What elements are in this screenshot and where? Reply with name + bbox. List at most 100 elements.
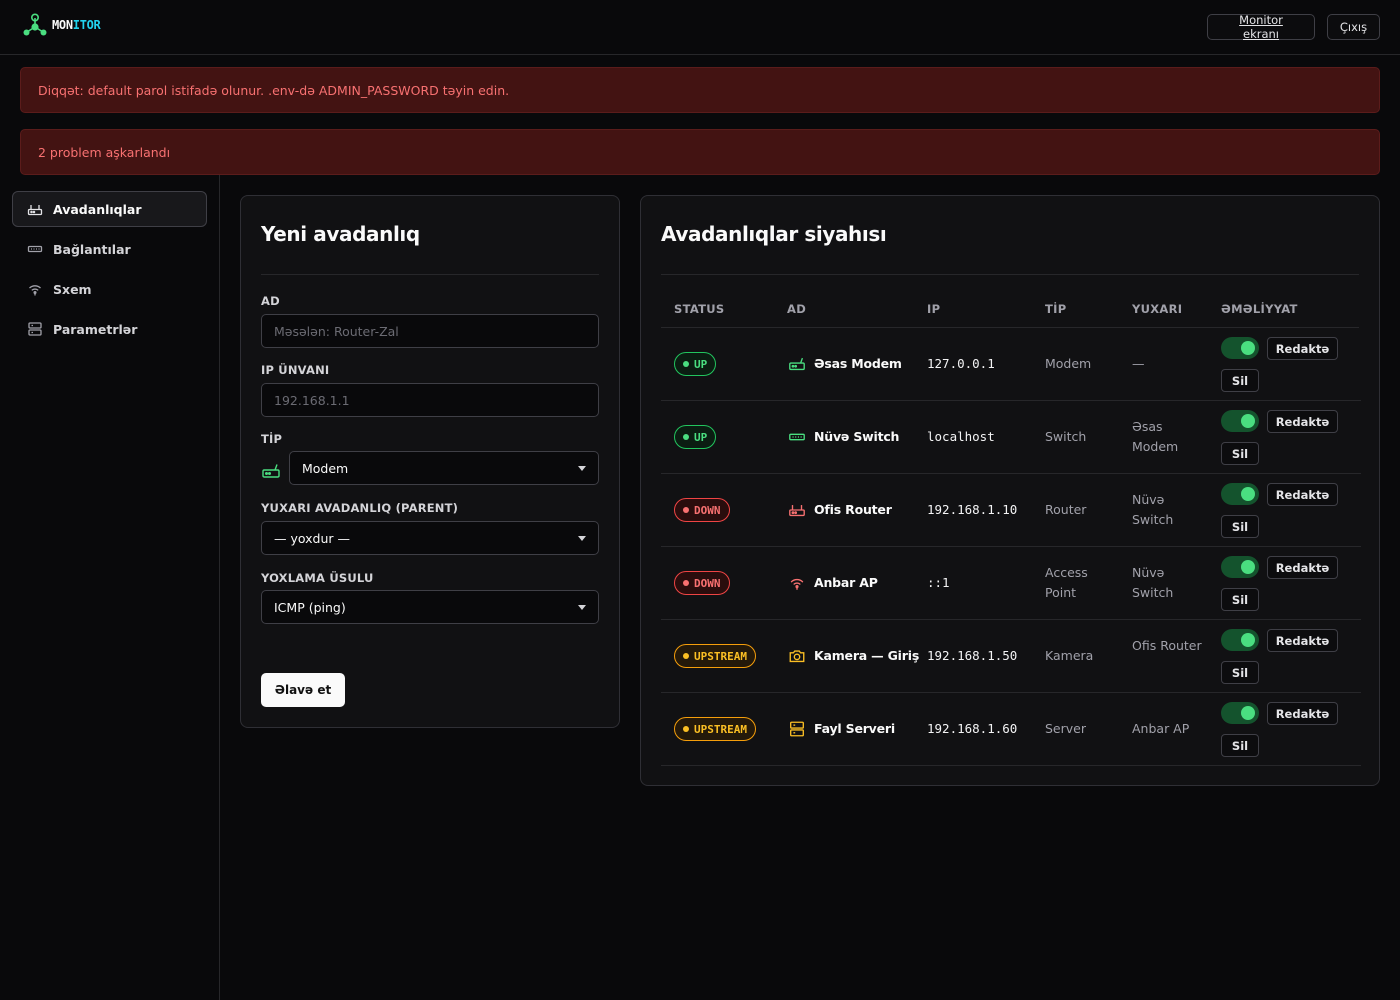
edit-button[interactable]: Redaktə [1267,337,1338,360]
status-badge: UP [674,352,717,376]
enable-toggle[interactable] [1221,483,1259,505]
edit-button[interactable]: Redaktə [1267,629,1338,652]
status-text: DOWN [694,503,721,517]
device-ip: 192.168.1.50 [927,648,1018,663]
enable-toggle[interactable] [1221,410,1259,432]
device-ip: 192.168.1.60 [927,721,1018,736]
sidebar-item-label: Parametrlər [53,321,138,337]
device-parent: Nüvə Switch [1132,492,1174,527]
router-icon [27,205,43,216]
device-name: Ofis Router [814,502,892,517]
status-badge: UPSTREAM [674,644,756,668]
divider [261,274,599,275]
modem-icon [262,464,280,478]
chevron-down-icon [578,536,586,541]
add-device-button[interactable]: Əlavə et [261,673,345,707]
sidebar-item-label: Bağlantılar [53,241,131,257]
new-device-card: Yeni avadanlıq AD IP ÜNVANI TİP Modem YU… [240,195,620,728]
name-input[interactable] [261,314,599,348]
device-ip: localhost [927,429,995,444]
delete-button[interactable]: Sil [1221,369,1259,392]
sidebar-item-settings[interactable]: Parametrlər [12,311,207,347]
toggle-knob [1241,560,1255,574]
chevron-down-icon [578,466,586,471]
status-dot [683,653,689,659]
status-dot [683,507,689,513]
status-badge: DOWN [674,498,730,522]
network-logo-icon [23,13,47,36]
parent-label: YUXARI AVADANLIQ (PARENT) [261,501,459,515]
enable-toggle[interactable] [1221,556,1259,578]
delete-button[interactable]: Sil [1221,661,1259,684]
device-name: Nüvə Switch [814,429,900,444]
edit-button[interactable]: Redaktə [1267,702,1338,725]
app-logo[interactable]: MONITOR [22,13,101,37]
wifi-icon [29,285,41,296]
modem-icon [789,357,805,371]
delete-button[interactable]: Sil [1221,588,1259,611]
type-select[interactable]: Modem [289,451,599,485]
device-type: Modem [1045,356,1092,371]
column-header-parent: YUXARI [1132,302,1183,316]
delete-button[interactable]: Sil [1221,515,1259,538]
edit-button[interactable]: Redaktə [1267,556,1338,579]
sidebar: Avadanlıqlar Bağlantılar Sxem Parametrlə… [0,175,220,1000]
status-dot [683,580,689,586]
device-type: Kamera [1045,648,1094,663]
toggle-knob [1241,633,1255,647]
device-type: Server [1045,721,1086,736]
sidebar-item-label: Sxem [53,281,92,297]
sidebar-item-connections[interactable]: Bağlantılar [12,231,207,267]
type-selected-value: Modem [302,460,349,476]
edit-button[interactable]: Redaktə [1267,410,1338,433]
device-parent: Əsas Modem [1132,419,1179,454]
wifi-icon [790,578,804,590]
device-type: Switch [1045,429,1087,444]
device-name: Kamera — Giriş [814,648,920,663]
status-text: UPSTREAM [694,649,747,663]
status-text: DOWN [694,576,721,590]
sidebar-item-devices[interactable]: Avadanlıqlar [12,191,207,227]
device-ip: 127.0.0.1 [927,356,995,371]
table-row: UP Nüvə Switch localhost Switch Əsas Mod… [661,401,1361,474]
device-name: Fayl Serveri [814,721,895,736]
default-password-alert: Diqqət: default parol istifadə olunur. .… [20,67,1380,113]
sidebar-item-diagram[interactable]: Sxem [12,271,207,307]
enable-toggle[interactable] [1221,629,1259,651]
toggle-knob [1241,414,1255,428]
table-row: DOWN Anbar AP ::1 Access Point Nüvə Swit… [661,547,1361,620]
alert-text: Diqqət: default parol istifadə olunur. .… [38,82,510,98]
device-parent: Ofis Router [1132,638,1202,653]
check-method-select[interactable]: ICMP (ping) [261,590,599,624]
router-icon [789,505,805,517]
enable-toggle[interactable] [1221,702,1259,724]
problems-alert: 2 problem aşkarlandı [20,129,1380,175]
table-row: UPSTREAM Fayl Serveri 192.168.1.60 Serve… [661,693,1361,766]
table-row: UP Əsas Modem 127.0.0.1 Modem — Redaktə … [661,328,1361,401]
ip-input[interactable] [261,383,599,417]
switch-icon [789,433,805,441]
delete-button[interactable]: Sil [1221,734,1259,757]
logout-button[interactable]: Çıxış [1327,14,1380,40]
device-parent: — [1132,356,1145,371]
device-name: Anbar AP [814,575,878,590]
status-badge: UPSTREAM [674,717,756,741]
chevron-down-icon [578,605,586,610]
parent-select[interactable]: — yoxdur — [261,521,599,555]
ip-label: IP ÜNVANI [261,363,330,377]
enable-toggle[interactable] [1221,337,1259,359]
device-parent: Anbar AP [1132,721,1190,736]
camera-icon [789,650,805,663]
column-header-type: TİP [1045,302,1067,316]
device-ip: ::1 [927,575,950,590]
column-header-name: AD [787,302,807,316]
status-text: UPSTREAM [694,722,747,736]
toggle-knob [1241,341,1255,355]
column-header-ip: IP [927,302,941,316]
monitor-screen-button[interactable]: Monitor ekranı [1207,13,1315,41]
delete-button[interactable]: Sil [1221,442,1259,465]
column-header-status: STATUS [674,302,725,316]
server-icon [28,322,42,336]
parent-selected-value: — yoxdur — [274,530,351,546]
edit-button[interactable]: Redaktə [1267,483,1338,506]
